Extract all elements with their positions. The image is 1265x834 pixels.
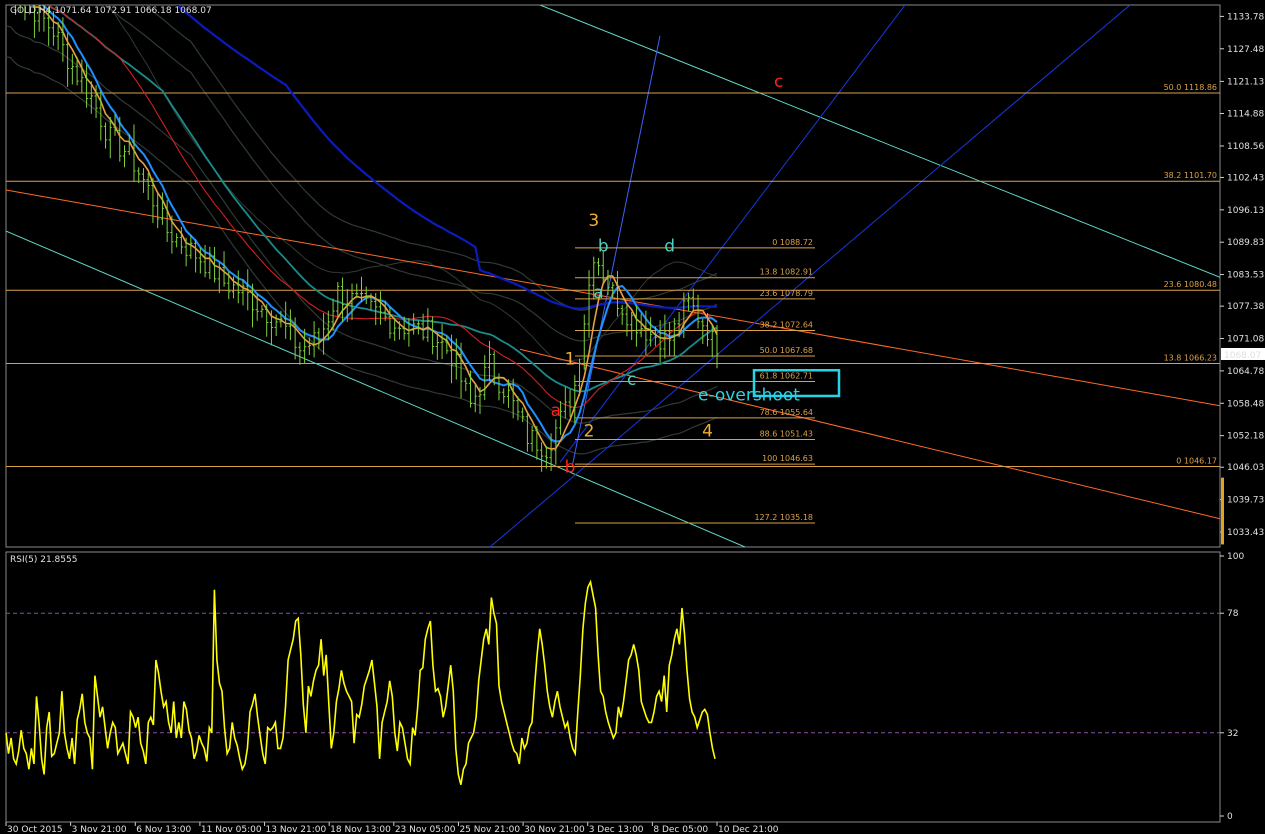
fib-level-label: 127.2 1035.18 — [754, 513, 813, 522]
time-axis-label: 23 Nov 05:00 — [395, 825, 456, 834]
rsi-axis-label: 78 — [1227, 609, 1239, 619]
current-price-value: 1068.07 — [1224, 351, 1261, 361]
upper-band-outer — [144, 5, 718, 311]
fib-level-label: 23.6 1078.79 — [760, 289, 813, 298]
price-axis-label: 1052.18 — [1227, 432, 1264, 442]
ma-red — [46, 5, 718, 409]
price-axis-label: 1033.43 — [1227, 528, 1264, 538]
fib-level-label: 0 1088.72 — [772, 238, 813, 247]
aqua-channel-upper — [539, 5, 1220, 278]
fib-level-label: 38.2 1072.64 — [760, 321, 813, 330]
time-axis-label: 3 Nov 21:00 — [72, 825, 127, 834]
wave-label: 1 — [565, 350, 576, 370]
orange-channel-upper — [6, 189, 1220, 407]
time-axis-label: 13 Nov 21:00 — [266, 825, 327, 834]
price-axis-label: 1121.13 — [1227, 77, 1264, 87]
wave-label: a — [593, 283, 603, 303]
axis-bar-marker — [1221, 477, 1224, 545]
ma-blue — [41, 5, 718, 443]
price-axis-label: 1058.48 — [1227, 399, 1264, 409]
price-axis-label: 1127.48 — [1227, 45, 1264, 55]
wave-label: c — [774, 72, 783, 92]
rsi-axis-label: 100 — [1227, 552, 1244, 562]
price-axis-label: 1108.56 — [1227, 142, 1264, 152]
time-axis-label: 10 Dec 21:00 — [718, 825, 779, 834]
fib-level-label: 78.6 1055.64 — [760, 408, 813, 417]
price-axis-label: 1133.78 — [1227, 12, 1264, 22]
price-axis-label: 1083.53 — [1227, 271, 1264, 281]
wave-label: 2 — [584, 422, 595, 442]
fib-level-label: 100 1046.63 — [762, 454, 813, 463]
chart-header-ohlc: GOLD,H4 1071.64 1072.91 1066.18 1068.07 — [10, 6, 212, 16]
price-axis-label: 1102.43 — [1227, 173, 1264, 183]
price-axis-label: 1046.03 — [1227, 463, 1264, 473]
time-axis-label: 3 Dec 13:00 — [589, 825, 644, 834]
rsi-pane-frame — [5, 551, 1221, 823]
wave-label: 4 — [702, 422, 713, 442]
wave-label: a — [551, 401, 561, 421]
envelope-mid-band — [107, 5, 718, 362]
price-axis-label: 1096.13 — [1227, 206, 1264, 216]
wave-label: b — [565, 458, 576, 478]
fib-level-label: 23.6 1080.48 — [1164, 280, 1217, 289]
time-axis-label: 6 Nov 13:00 — [136, 825, 191, 834]
price-axis-label: 1071.08 — [1227, 335, 1264, 345]
chart-canvas[interactable]: 0 1046.17 13.8 1066.23 23.6 1080.48 38.2 11… — [0, 0, 1265, 834]
fib-level-label: 38.2 1101.70 — [1164, 171, 1217, 180]
time-axis-label: 8 Dec 05:00 — [653, 825, 708, 834]
ma-teal — [45, 5, 718, 393]
fib-level-label: 50.0 1118.86 — [1164, 83, 1217, 92]
rsi-header-label: RSI(5) 21.8555 — [10, 555, 77, 565]
rsi-axis-label: 32 — [1227, 729, 1238, 739]
time-axis-label: 11 Nov 05:00 — [201, 825, 262, 834]
time-axis-label: 18 Nov 13:00 — [330, 825, 391, 834]
wave-label: b — [598, 237, 609, 257]
lower-band-outer — [6, 56, 718, 455]
wave-label: 3 — [588, 211, 599, 231]
fib-level-label: 13.8 1082.91 — [760, 268, 813, 277]
wave-label: d — [664, 237, 675, 257]
price-axis-label: 1077.38 — [1227, 302, 1264, 312]
fib-level-label: 88.6 1051.43 — [760, 429, 813, 438]
rsi-series-line — [5, 579, 716, 785]
chart-window[interactable]: 0 1046.17 13.8 1066.23 23.6 1080.48 38.2 11… — [0, 0, 1265, 834]
price-axis-label: 1114.88 — [1227, 110, 1264, 120]
rsi-axis-label: 0 — [1227, 812, 1233, 822]
time-axis-label: 25 Nov 21:00 — [459, 825, 520, 834]
fib-level-label: 13.8 1066.23 — [1164, 353, 1217, 362]
price-axis-label: 1089.83 — [1227, 238, 1264, 248]
ma-navy — [175, 5, 718, 310]
price-axis-label: 1039.73 — [1227, 496, 1264, 506]
main-plot-area: 0 1046.17 13.8 1066.23 23.6 1080.48 38.2 11… — [6, 5, 1220, 547]
overshoot-label: e-overshoot — [698, 386, 800, 406]
time-axis-label: 30 Oct 2015 — [7, 825, 63, 834]
wave-label: c — [627, 370, 636, 390]
fib-level-label: 50.0 1067.68 — [760, 346, 813, 355]
time-axis-label: 30 Nov 21:00 — [524, 825, 585, 834]
price-axis-label: 1064.78 — [1227, 367, 1264, 377]
fib-level-label: 61.8 1062.71 — [760, 372, 813, 381]
fib-level-label: 0 1046.17 — [1176, 456, 1217, 465]
blue-wave3-line — [571, 35, 661, 468]
